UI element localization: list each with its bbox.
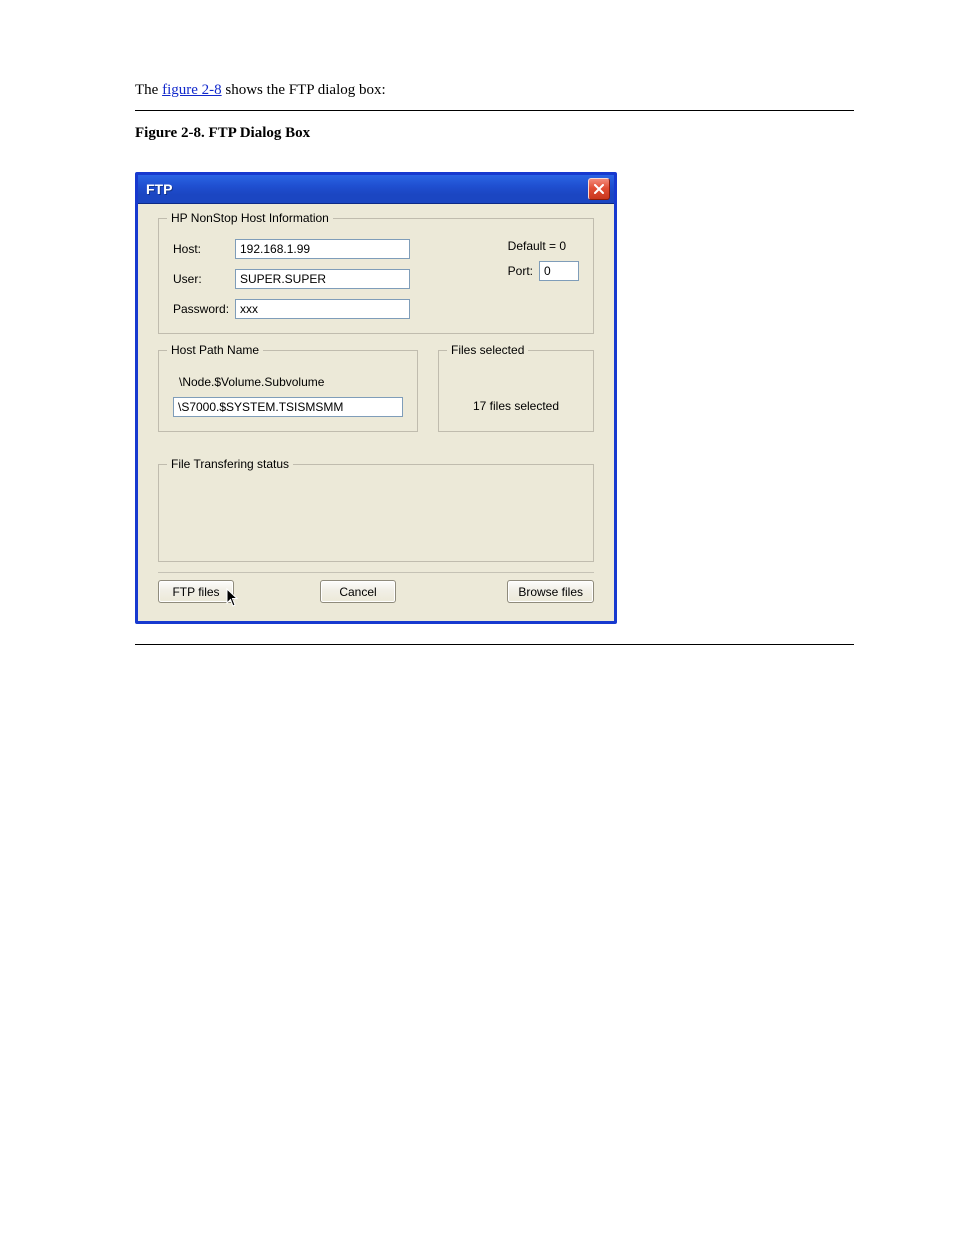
user-input[interactable] (235, 269, 410, 289)
ftp-dialog: FTP HP NonStop Host Information (135, 172, 617, 624)
status-group: File Transfering status (158, 464, 594, 562)
password-input[interactable] (235, 299, 410, 319)
host-path-hint: \Node.$Volume.Subvolume (179, 375, 403, 389)
intro-rest: shows the FTP dialog box: (222, 82, 386, 98)
top-rule (135, 110, 854, 111)
button-bar: FTP files Cancel Browse files (158, 578, 594, 603)
close-icon (594, 184, 604, 194)
host-path-group: Host Path Name \Node.$Volume.Subvolume (158, 350, 418, 432)
files-selected-text: 17 files selected (453, 399, 579, 413)
intro-prefix: The (135, 82, 162, 98)
browse-files-button[interactable]: Browse files (507, 580, 594, 603)
user-label: User: (173, 272, 235, 286)
figure-reference-link[interactable]: figure 2-8 (162, 82, 222, 98)
bottom-rule (135, 644, 854, 645)
cursor-icon (226, 588, 240, 611)
files-selected-group: Files selected 17 files selected (438, 350, 594, 432)
port-default-text: Default = 0 (508, 239, 579, 253)
port-input[interactable] (539, 261, 579, 281)
titlebar[interactable]: FTP (138, 175, 614, 204)
host-path-legend: Host Path Name (167, 343, 263, 357)
host-path-input[interactable] (173, 397, 403, 417)
host-input[interactable] (235, 239, 410, 259)
host-label: Host: (173, 242, 235, 256)
password-label: Password: (173, 302, 235, 316)
port-label: Port: (508, 264, 533, 278)
host-info-group: HP NonStop Host Information Host: User: (158, 218, 594, 334)
close-button[interactable] (588, 178, 610, 200)
intro-text: The figure 2-8 shows the FTP dialog box: (135, 80, 854, 100)
files-selected-legend: Files selected (447, 343, 528, 357)
cancel-button[interactable]: Cancel (320, 580, 396, 603)
status-legend: File Transfering status (167, 457, 293, 471)
dialog-title: FTP (146, 181, 172, 197)
ftp-files-button[interactable]: FTP files (158, 580, 234, 603)
host-info-legend: HP NonStop Host Information (167, 211, 333, 225)
figure-caption: Figure 2-8. FTP Dialog Box (135, 125, 854, 142)
